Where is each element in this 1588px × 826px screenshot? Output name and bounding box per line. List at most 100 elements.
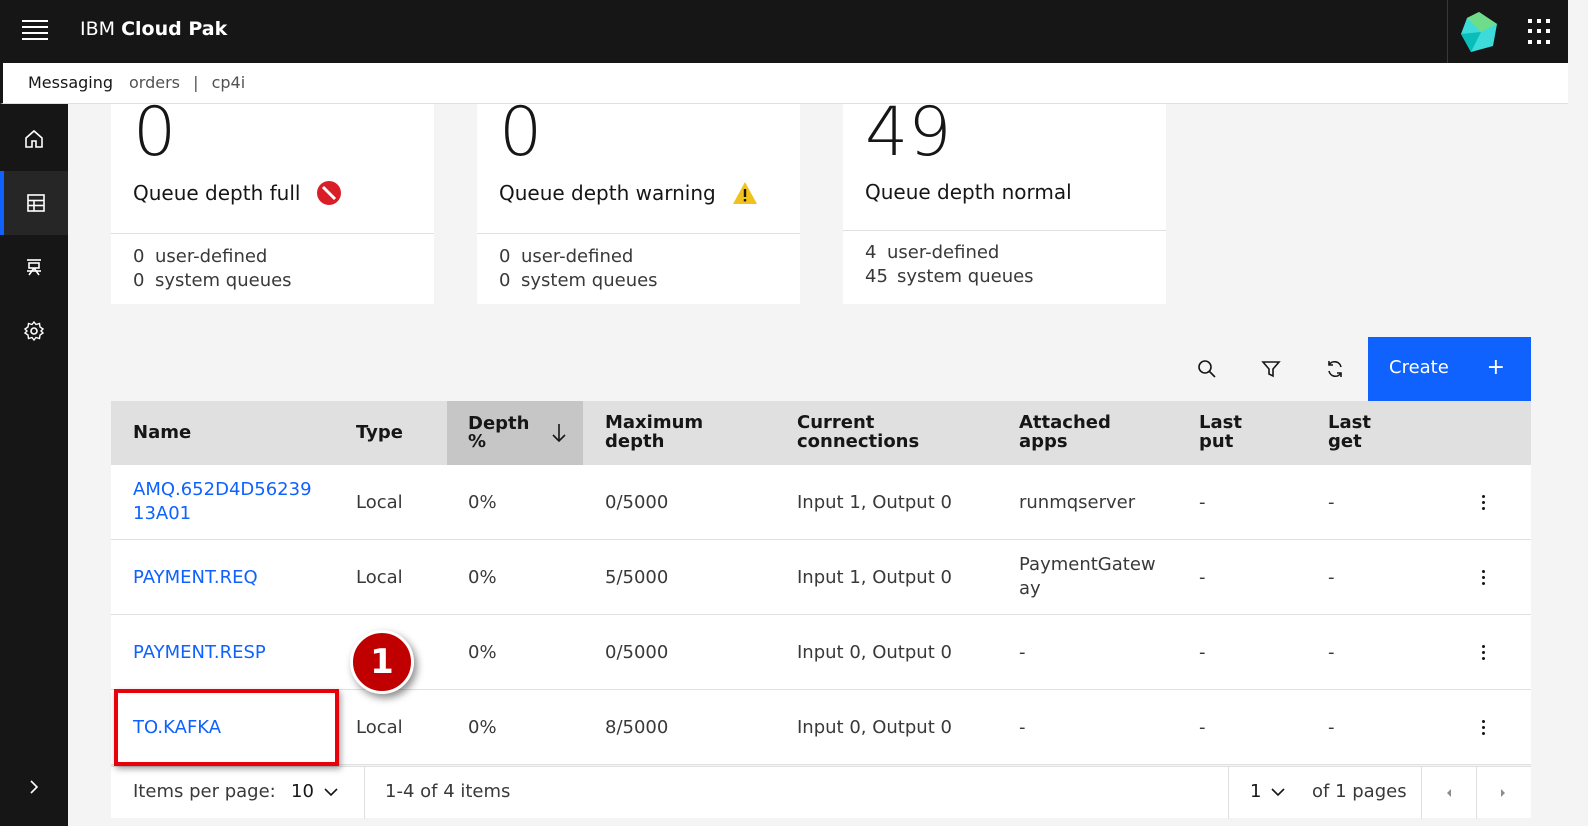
overflow-menu-icon[interactable]: [1475, 640, 1491, 664]
card-queue-depth-full: 0 Queue depth full 0 user-defined 0 system…: [111, 104, 434, 304]
header-max-line1: Maximum: [605, 412, 704, 433]
table-icon: [27, 194, 45, 212]
queue-type: Local: [356, 717, 403, 738]
table-header: Name Type Depth % Maximum depth Current co…: [111, 401, 1531, 465]
queue-name-link[interactable]: PAYMENT.REQ: [133, 566, 258, 590]
card-queue-depth-warning: 0 Queue depth warning 0 user-defined 0 sys…: [477, 104, 800, 304]
apps-line2: ay: [1019, 578, 1041, 599]
card-divider: [111, 233, 434, 234]
page-value: 1: [1250, 781, 1262, 802]
header-depth[interactable]: Depth %: [447, 401, 583, 465]
card-title: Queue depth full: [133, 180, 342, 206]
header-max-line2: depth: [605, 431, 665, 452]
header-get-line1: Last: [1328, 412, 1371, 433]
card-footer: 4 user-defined 45 system queues: [865, 241, 1034, 289]
header-type[interactable]: Type: [356, 423, 403, 442]
menu-icon[interactable]: [22, 20, 48, 42]
header-conn-line1: Current: [797, 412, 875, 433]
items-per-page-select[interactable]: 10: [291, 781, 338, 802]
header-apps-line2: apps: [1019, 431, 1068, 452]
header-connections[interactable]: Current connections: [797, 413, 919, 451]
overflow-menu-icon[interactable]: [1475, 490, 1491, 514]
chevron-right-icon: [30, 780, 39, 794]
nav-expand[interactable]: [0, 755, 68, 819]
table-row[interactable]: PAYMENT.RESP 0% 0/5000 Input 0, Output 0…: [111, 615, 1531, 690]
queue-last-get: -: [1328, 717, 1335, 738]
queue-max-depth: 5/5000: [605, 567, 669, 588]
breadcrumb-app[interactable]: Messaging: [28, 73, 113, 92]
queue-last-get: -: [1328, 642, 1335, 663]
pager-divider: [1421, 767, 1422, 819]
table-row[interactable]: AMQ.652D4D56239 13A01 Local 0% 0/5000 Inp…: [111, 465, 1531, 540]
filter-button[interactable]: [1239, 337, 1303, 401]
queue-name-line1: AMQ.652D4D56239: [133, 479, 312, 500]
create-button[interactable]: Create +: [1368, 337, 1531, 401]
nav-home[interactable]: [0, 107, 68, 171]
queue-attached-apps: PaymentGatew ay: [1019, 553, 1156, 601]
header-conn-line2: connections: [797, 431, 920, 452]
filter-icon: [1261, 361, 1281, 378]
card-footer: 0 user-defined 0 system queues: [499, 245, 658, 293]
highlight-box: [114, 689, 339, 766]
warning-icon: [732, 182, 757, 204]
queue-max-depth: 0/5000: [605, 642, 669, 663]
app-logo-icon[interactable]: [1457, 10, 1501, 54]
apps-line1: PaymentGatew: [1019, 554, 1156, 575]
caret-right-icon: [1501, 789, 1505, 797]
user-defined-count: 0: [499, 246, 511, 267]
queue-last-put: -: [1199, 642, 1206, 663]
previous-page-button[interactable]: [1423, 767, 1475, 819]
card-divider: [477, 233, 800, 234]
system-queues-label: system queues: [155, 270, 292, 291]
nav-queue-manager[interactable]: [0, 235, 68, 299]
home-icon: [25, 129, 43, 148]
card-title-text: Queue depth full: [133, 181, 301, 205]
chevron-down-icon: [1271, 787, 1286, 796]
page-select[interactable]: 1: [1250, 781, 1286, 802]
nav-settings[interactable]: [0, 299, 68, 363]
of-pages: of 1 pages: [1312, 781, 1407, 802]
queue-last-put: -: [1199, 492, 1206, 513]
queue-depth: 0%: [468, 492, 497, 513]
system-queues-count: 0: [133, 270, 145, 291]
nav-queues[interactable]: [0, 171, 68, 235]
card-divider: [843, 230, 1166, 231]
header-name[interactable]: Name: [133, 423, 191, 442]
queue-manager-icon: [27, 259, 41, 276]
pager-divider: [364, 767, 365, 819]
chevron-down-icon: [324, 787, 338, 796]
card-title-text: Queue depth normal: [865, 180, 1072, 204]
brand-product: Cloud Pak: [121, 18, 228, 40]
overflow-menu-icon[interactable]: [1475, 565, 1491, 589]
header-divider: [1447, 0, 1448, 63]
queue-connections: Input 1, Output 0: [797, 492, 952, 513]
queue-last-put: -: [1199, 717, 1206, 738]
card-title: Queue depth warning: [499, 180, 758, 206]
breadcrumb-item-cp4i[interactable]: cp4i: [212, 73, 246, 92]
search-icon: [1198, 360, 1216, 378]
queue-name-link[interactable]: PAYMENT.RESP: [133, 641, 266, 665]
header-max-depth[interactable]: Maximum depth: [605, 413, 703, 451]
header-last-put[interactable]: Last put: [1199, 413, 1242, 451]
header-attached-apps[interactable]: Attached apps: [1019, 413, 1111, 451]
search-button[interactable]: [1175, 337, 1239, 401]
next-page-button[interactable]: [1477, 767, 1529, 819]
overflow-menu-icon[interactable]: [1475, 715, 1491, 739]
queue-name-link[interactable]: AMQ.652D4D56239 13A01: [133, 478, 312, 526]
header-get-line2: get: [1328, 431, 1362, 452]
table-row[interactable]: PAYMENT.REQ Local 0% 5/5000 Input 1, Out…: [111, 540, 1531, 615]
header-last-get[interactable]: Last get: [1328, 413, 1371, 451]
product-name[interactable]: IBM Cloud Pak: [80, 18, 227, 40]
breadcrumb-item-orders[interactable]: orders: [129, 73, 180, 92]
add-icon: +: [1486, 355, 1505, 380]
queue-attached-apps: runmqserver: [1019, 492, 1136, 513]
system-queues-count: 0: [499, 270, 511, 291]
user-defined-count: 4: [865, 242, 877, 263]
refresh-icon: [1328, 361, 1342, 377]
card-count: 49: [865, 104, 952, 162]
refresh-button[interactable]: [1303, 337, 1367, 401]
items-per-page-label: Items per page:: [133, 781, 276, 802]
create-label: Create: [1389, 357, 1449, 378]
app-switcher-icon[interactable]: [1528, 19, 1554, 45]
card-title: Queue depth normal: [865, 180, 1072, 204]
